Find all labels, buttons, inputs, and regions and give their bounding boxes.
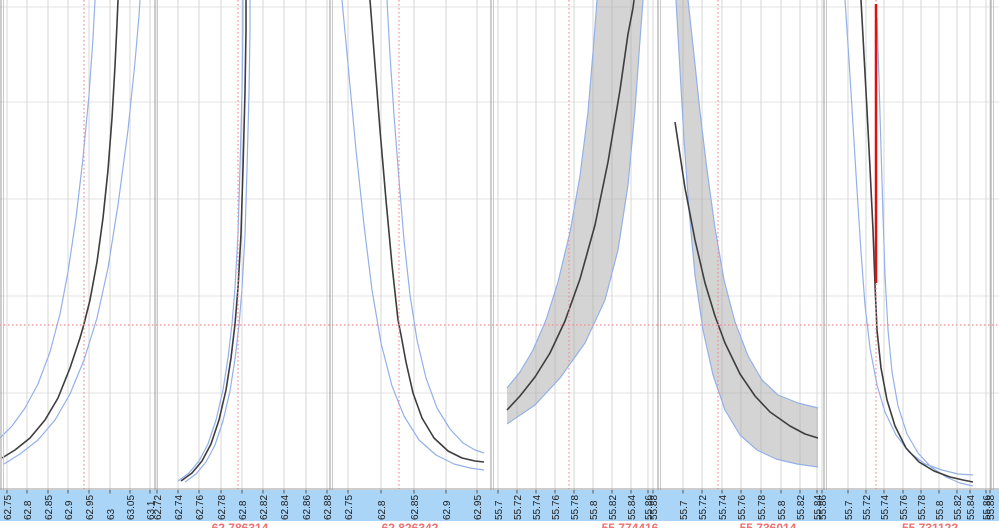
- x-tick-label: 62.75: [3, 495, 14, 520]
- x-tick-label: 55.84: [627, 495, 638, 520]
- x-tick-label: 55.72: [513, 495, 524, 520]
- x-tick-label: 62.74: [174, 495, 185, 520]
- x-tick-label: 62.86: [302, 495, 313, 520]
- x-tick-label: 62.82: [259, 495, 270, 520]
- fit-value-label: 62.786314: [212, 521, 269, 528]
- x-tick-label: 62.8: [238, 500, 249, 520]
- fit-curve: [180, 0, 247, 482]
- x-tick-label: 55.8: [777, 500, 788, 520]
- x-tick-label: 62.85: [410, 495, 421, 520]
- x-tick-label: 62.84: [280, 495, 291, 520]
- x-tick-label: 55.7: [494, 500, 505, 520]
- x-tick-label: 62.85: [44, 495, 55, 520]
- x-tick-label: 55.7: [679, 500, 690, 520]
- x-tick-label: 55.82: [953, 495, 964, 520]
- x-tick-label: 55.74: [718, 495, 729, 520]
- confidence-band: [676, 0, 818, 467]
- x-tick-label: 55.76: [737, 495, 748, 520]
- plot-area: 62.75 62.8 62.85 62.9 62.95 63 63.05 63.162.72 6…: [0, 0, 999, 528]
- x-tick-label: 62.75: [344, 495, 355, 520]
- x-tick-label: 55.78: [917, 495, 928, 520]
- fit-value-label: 55.731122: [902, 521, 958, 528]
- x-tick-label: 55.8: [935, 500, 946, 520]
- fit-value-label: 55.774416: [602, 521, 659, 528]
- x-tick-label: 55.72: [698, 495, 709, 520]
- ci-lower-curve: [386, 0, 485, 454]
- fit-value-label: 62.826342: [382, 521, 439, 528]
- x-tick-label: 55.88: [986, 495, 997, 520]
- x-tick-label: 62.78: [217, 495, 228, 520]
- x-tick-label: 55.76: [899, 495, 910, 520]
- x-tick-label: 55.82: [796, 495, 807, 520]
- x-tick-label: 62.95: [473, 495, 484, 520]
- x-tick-label: 55.78: [570, 495, 581, 520]
- x-tick-label: 62.76: [195, 495, 206, 520]
- x-tick-label: 55.72: [862, 495, 873, 520]
- x-tick-label: 55.78: [757, 495, 768, 520]
- fit-curve: [860, 0, 974, 483]
- x-tick-label: 55.7: [844, 500, 855, 520]
- x-tick-label: 62.8: [23, 500, 34, 520]
- ci-upper-curve: [177, 0, 244, 482]
- x-tick-label: 62.88: [323, 495, 334, 520]
- x-tick-label: 55.74: [532, 495, 543, 520]
- x-tick-label: 62.8: [377, 500, 388, 520]
- x-tick-label: 62.72: [153, 495, 164, 520]
- x-tick-label: 62.9: [64, 500, 75, 520]
- x-tick-label: 55.84: [966, 495, 977, 520]
- x-tick-label: 62.95: [85, 495, 96, 520]
- x-tick-label: 55.8: [589, 500, 600, 520]
- ci-upper-curve: [341, 0, 485, 471]
- x-tick-label: 63.05: [126, 495, 137, 520]
- x-tick-label: 55.86: [818, 495, 829, 520]
- ci-lower-curve: [3, 0, 141, 465]
- x-tick-label: 63: [106, 508, 117, 520]
- melting-curve-analysis-view: 62.75 62.8 62.85 62.9 62.95 63 63.05 63.1 62.72 6…: [0, 0, 999, 528]
- x-tick-label: 55.76: [551, 495, 562, 520]
- x-tick-label: 55.74: [880, 495, 891, 520]
- x-tick-label: 62.9: [442, 500, 453, 520]
- x-tick-label: 55.88: [649, 495, 660, 520]
- fit-curve: [1, 0, 119, 459]
- x-tick-label: 55.82: [608, 495, 619, 520]
- fit-value-label: 55.736014: [740, 521, 797, 528]
